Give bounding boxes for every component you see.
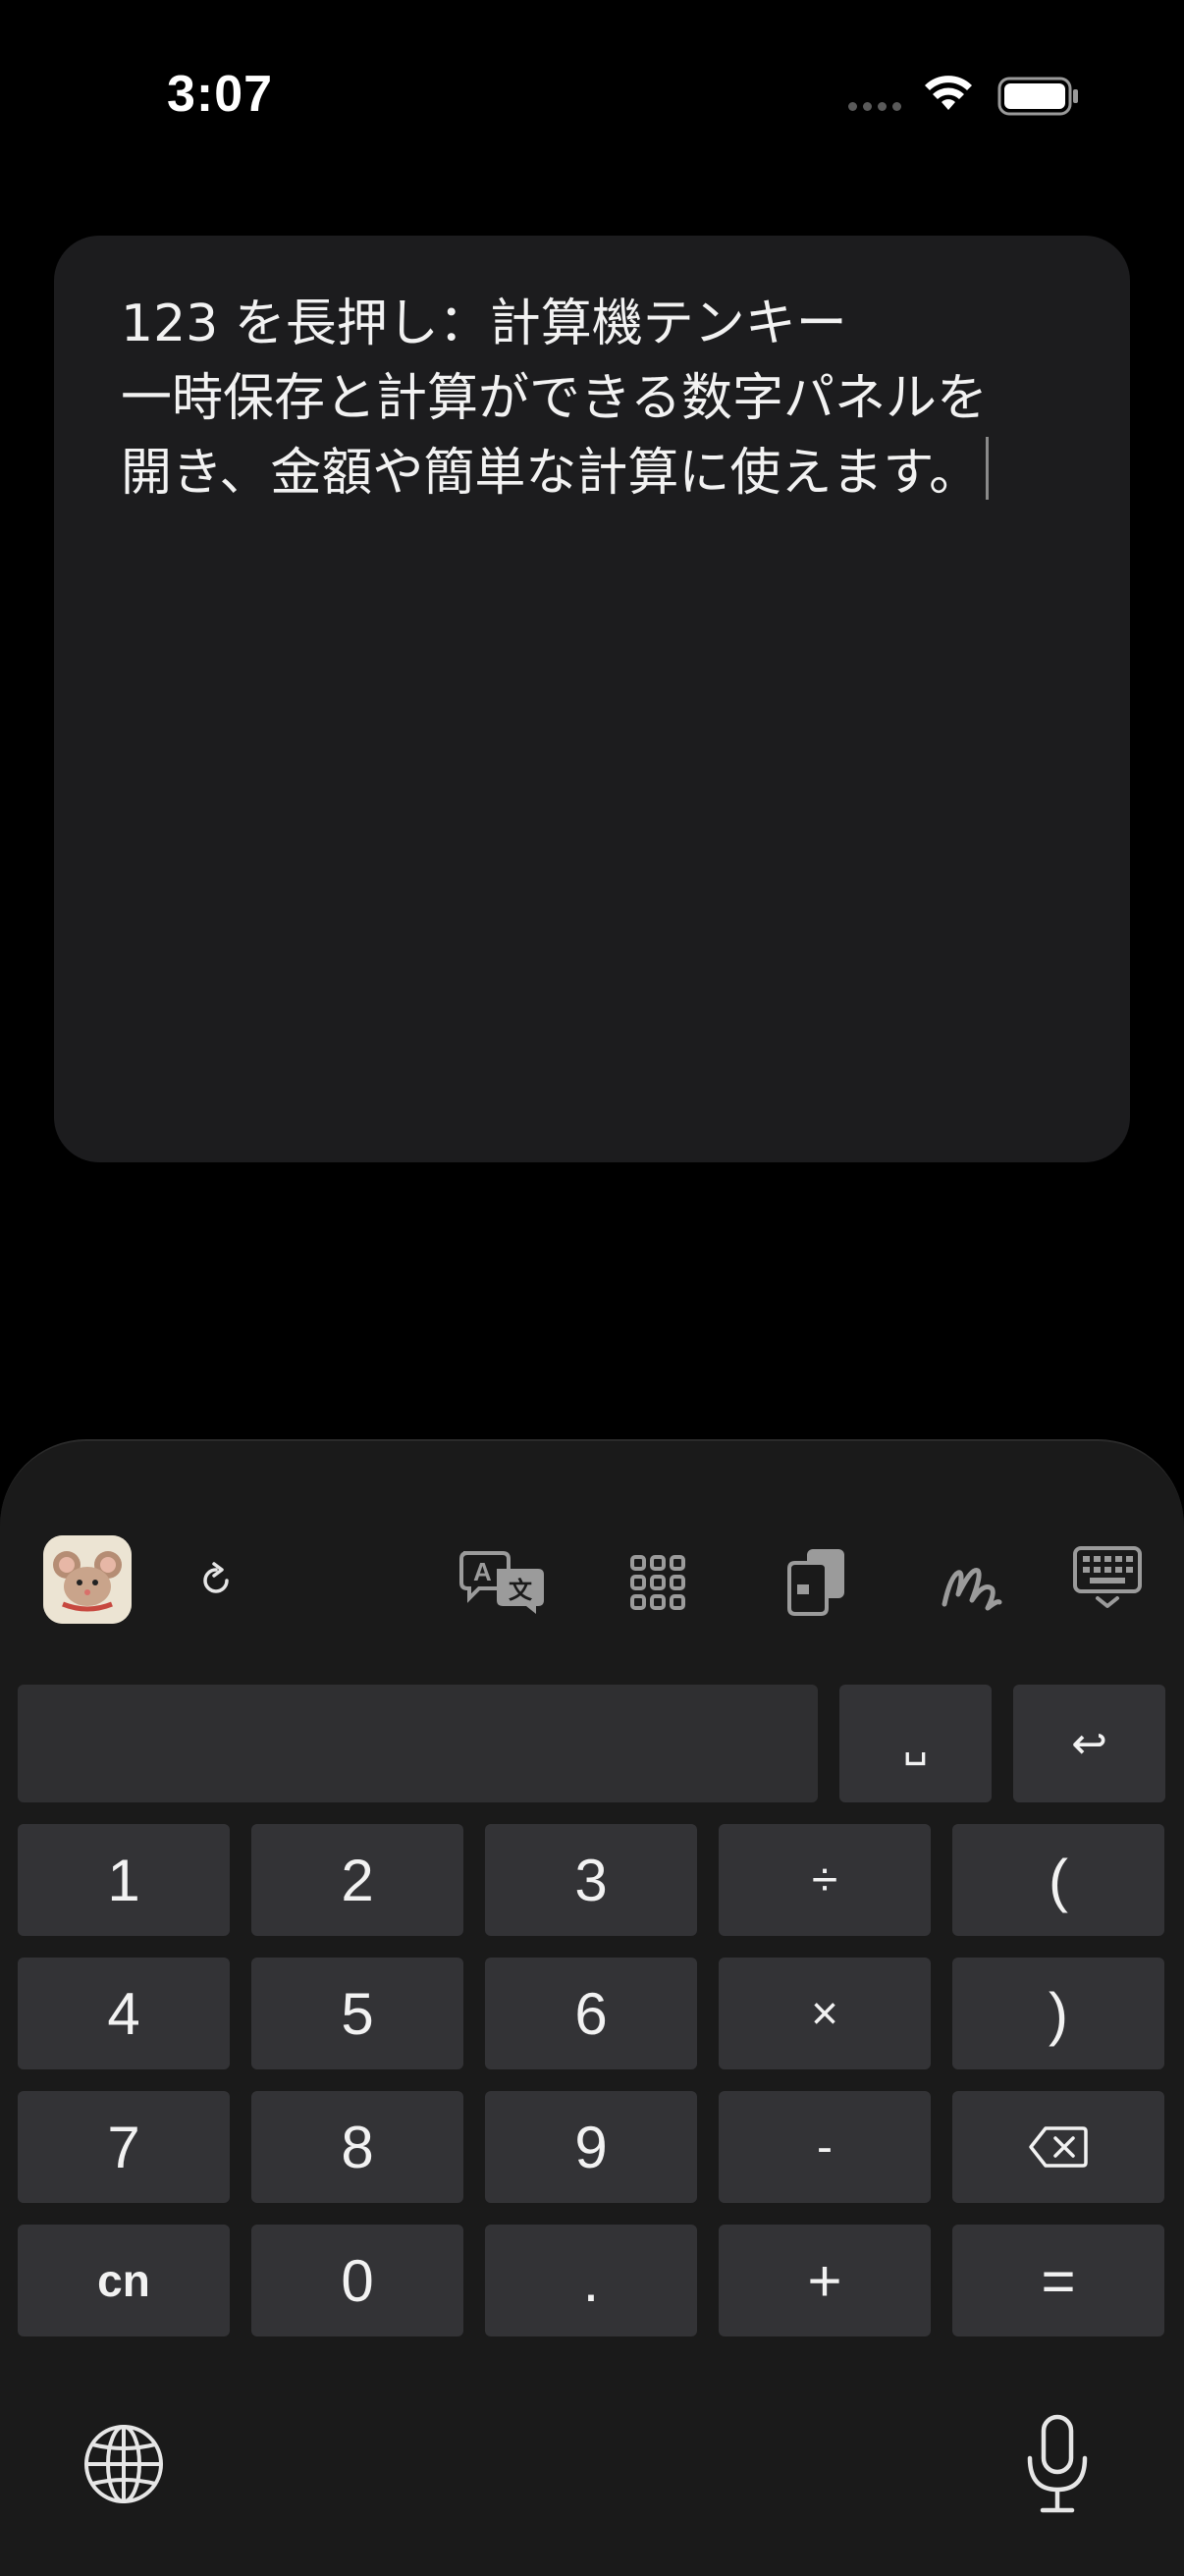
key-0-label: 0 <box>341 2247 374 2314</box>
right-paren-key-label: ) <box>1049 1980 1068 2047</box>
note-card[interactable]: 123 を長押し：計算機テンキー 一時保存と計算ができる数字パネルを 開き、金額… <box>54 236 1130 1162</box>
equals-key[interactable]: = <box>952 2225 1164 2336</box>
minus-key-label: - <box>817 2120 833 2174</box>
grid-icon[interactable] <box>628 1553 687 1612</box>
plus-key-label: + <box>807 2247 842 2314</box>
minus-key[interactable]: - <box>719 2091 931 2203</box>
key-7[interactable]: 7 <box>18 2091 230 2203</box>
refresh-icon[interactable] <box>194 1559 238 1602</box>
mouse-avatar-icon[interactable] <box>43 1535 132 1624</box>
key-3-label: 3 <box>574 1847 608 1913</box>
handwriting-icon[interactable] <box>939 1549 1003 1614</box>
key-3[interactable]: 3 <box>485 1824 697 1936</box>
space-key[interactable]: ␣ <box>839 1685 992 1802</box>
note-line-3: 開き、金額や簡単な計算に使えます。 <box>121 436 1083 510</box>
key-5-label: 5 <box>341 1980 374 2047</box>
globe-icon[interactable] <box>82 2423 165 2505</box>
key-2-label: 2 <box>341 1847 374 1913</box>
multiply-key[interactable]: × <box>719 1958 931 2069</box>
multiply-key-label: × <box>810 1987 839 2040</box>
note-text-area[interactable]: 123 を長押し：計算機テンキー 一時保存と計算ができる数字パネルを 開き、金額… <box>121 287 1083 510</box>
key-8-label: 8 <box>341 2114 374 2180</box>
space-key-label: ␣ <box>902 1722 929 1765</box>
calc-input-field[interactable] <box>18 1685 818 1802</box>
key-2[interactable]: 2 <box>251 1824 463 1936</box>
battery-icon <box>997 77 1078 116</box>
return-key[interactable]: ↩ <box>1013 1685 1165 1802</box>
key-8[interactable]: 8 <box>251 2091 463 2203</box>
plus-key[interactable]: + <box>719 2225 931 2336</box>
backspace-key[interactable] <box>952 2091 1164 2203</box>
status-time: 3:07 <box>167 66 274 123</box>
return-key-label: ↩ <box>1071 1719 1107 1768</box>
decimal-key[interactable]: . <box>485 2225 697 2336</box>
key-1-label: 1 <box>107 1847 140 1913</box>
note-line-1: 123 を長押し：計算機テンキー <box>121 295 847 353</box>
backspace-icon <box>1029 2126 1088 2168</box>
key-1[interactable]: 1 <box>18 1824 230 1936</box>
divide-key[interactable]: ÷ <box>719 1824 931 1936</box>
decimal-key-label: . <box>582 2247 600 2314</box>
key-6[interactable]: 6 <box>485 1958 697 2069</box>
key-6-label: 6 <box>574 1980 608 2047</box>
key-9-label: 9 <box>574 2114 608 2180</box>
clipboard-icon[interactable] <box>785 1545 848 1618</box>
cn-key[interactable]: cn <box>18 2225 230 2336</box>
svg-text:A: A <box>473 1557 492 1586</box>
key-9[interactable]: 9 <box>485 2091 697 2203</box>
cn-key-label: cn <box>97 2255 150 2306</box>
right-paren-key[interactable]: ) <box>952 1958 1164 2069</box>
key-4-label: 4 <box>107 1980 140 2047</box>
equals-key-label: = <box>1041 2247 1076 2314</box>
custom-keyboard: A 文 ␣ ↩ 1 2 3 ÷ ( 4 5 6 × ) 7 8 9 - cn 0… <box>0 1439 1184 2576</box>
svg-text:文: 文 <box>509 1577 533 1604</box>
keyboard-dismiss-icon[interactable] <box>1072 1545 1143 1610</box>
translate-icon[interactable]: A 文 <box>457 1547 548 1616</box>
signal-dots-icon <box>848 102 901 111</box>
key-5[interactable]: 5 <box>251 1958 463 2069</box>
key-7-label: 7 <box>107 2114 140 2180</box>
left-paren-key[interactable]: ( <box>952 1824 1164 1936</box>
key-4[interactable]: 4 <box>18 1958 230 2069</box>
note-line-3-text: 開き、金額や簡単な計算に使えます。 <box>121 444 981 503</box>
wifi-icon <box>925 76 972 110</box>
divide-key-label: ÷ <box>811 1853 838 1906</box>
note-line-2: 一時保存と計算ができる数字パネルを <box>121 369 988 428</box>
key-0[interactable]: 0 <box>251 2225 463 2336</box>
text-caret <box>986 437 990 500</box>
microphone-icon[interactable] <box>1023 2413 1092 2515</box>
left-paren-key-label: ( <box>1049 1847 1068 1913</box>
